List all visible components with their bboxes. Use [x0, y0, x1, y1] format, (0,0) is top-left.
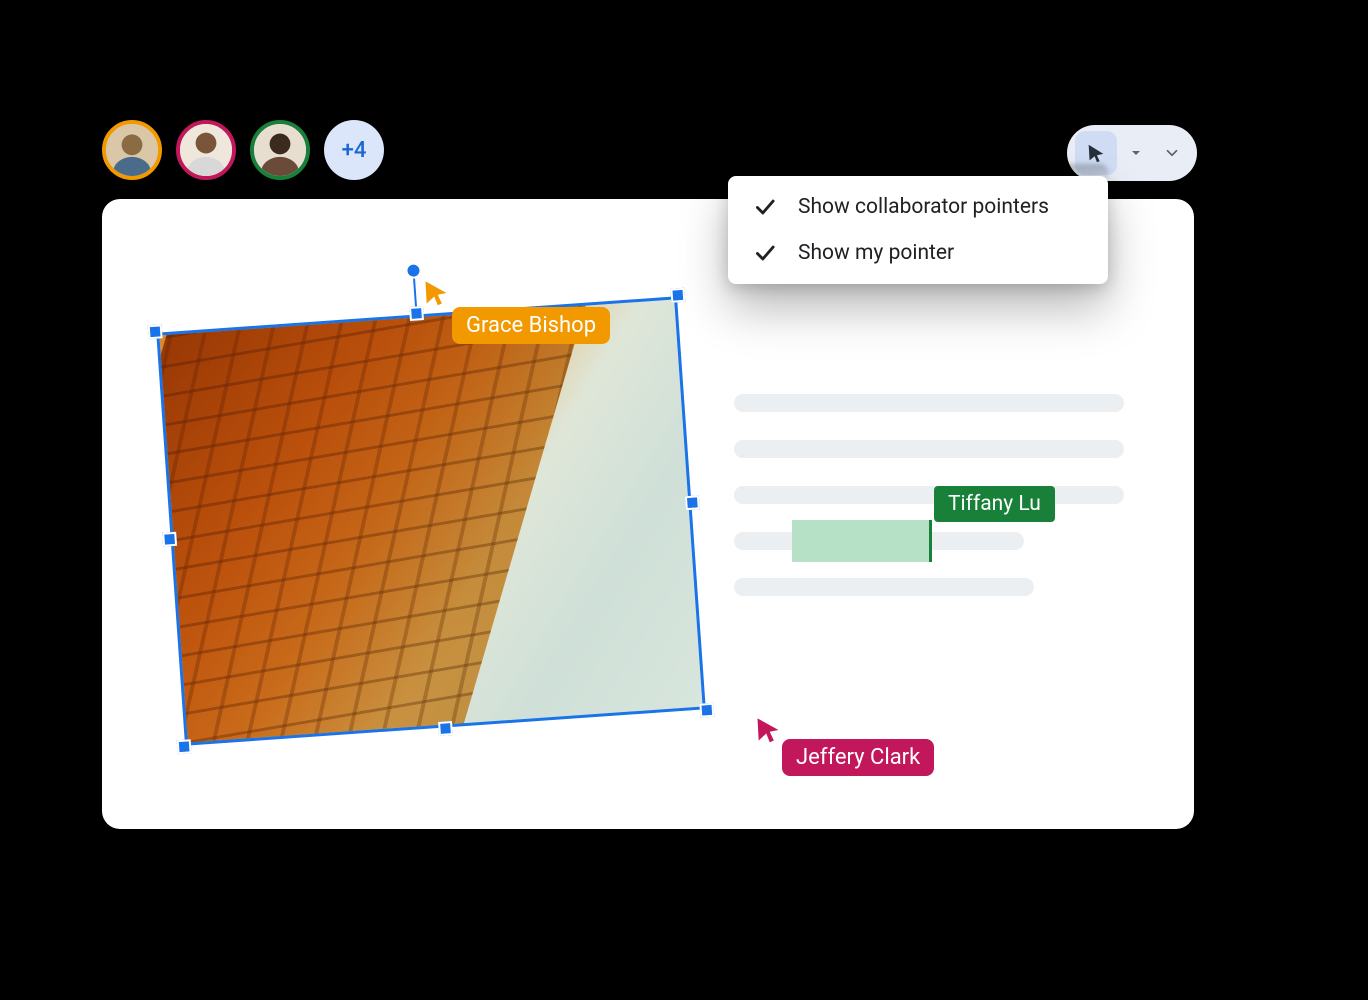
resize-handle-bm[interactable]: [438, 721, 453, 736]
resize-handle-ml[interactable]: [162, 532, 177, 547]
avatar[interactable]: [102, 120, 162, 180]
pointer-tool-dropdown[interactable]: [1119, 131, 1153, 175]
cursor-icon: [422, 279, 450, 307]
caret-down-icon: [1128, 145, 1144, 161]
resize-handle-tl[interactable]: [148, 324, 163, 339]
collaborator-caret-label-tiffany: Tiffany Lu: [934, 486, 1055, 522]
person-icon: [254, 124, 306, 176]
text-line: [734, 440, 1124, 458]
chevron-down-icon: [1163, 144, 1181, 162]
menu-item-label: Show collaborator pointers: [798, 195, 1049, 219]
person-icon: [180, 124, 232, 176]
check-icon: [752, 194, 778, 220]
collaborator-cursor-jeffery: [754, 716, 782, 744]
menu-item-show-my-pointer[interactable]: Show my pointer: [728, 230, 1108, 276]
image-content: [156, 296, 706, 745]
collaborator-name: Jeffery Clark: [796, 745, 920, 770]
participant-avatars: +4: [102, 120, 384, 180]
resize-handle-tm[interactable]: [409, 306, 424, 321]
collaborator-name: Grace Bishop: [466, 313, 596, 338]
text-selection-highlight: [792, 520, 932, 562]
collaborator-cursor-label-grace: Grace Bishop: [452, 307, 610, 344]
collaborator-name: Tiffany Lu: [948, 492, 1041, 516]
resize-handle-bl[interactable]: [177, 739, 192, 754]
rotate-stem: [413, 277, 417, 307]
cursor-icon: [754, 716, 782, 744]
text-line: [734, 578, 1034, 596]
avatar-overflow-count: +4: [342, 138, 367, 163]
resize-handle-br[interactable]: [699, 703, 714, 718]
selected-image[interactable]: [156, 296, 706, 745]
text-line: [734, 394, 1124, 412]
avatar-overflow[interactable]: +4: [324, 120, 384, 180]
text-line-with-selection: [734, 532, 1024, 550]
toolbar-more-chevron[interactable]: [1155, 131, 1189, 175]
collaborator-cursor-label-jeffery: Jeffery Clark: [782, 739, 934, 776]
menu-item-label: Show my pointer: [798, 241, 954, 265]
person-icon: [106, 124, 158, 176]
avatar[interactable]: [176, 120, 236, 180]
resize-handle-mr[interactable]: [685, 495, 700, 510]
menu-item-show-collaborator-pointers[interactable]: Show collaborator pointers: [728, 184, 1108, 230]
rotate-handle[interactable]: [405, 262, 422, 279]
text-placeholder-block: [734, 394, 1124, 624]
pointer-options-menu: Show collaborator pointers Show my point…: [728, 176, 1108, 284]
text-line: [734, 486, 1124, 504]
resize-handle-tr[interactable]: [670, 288, 685, 303]
collaborator-cursor-grace: [422, 279, 450, 307]
check-icon: [752, 240, 778, 266]
cursor-icon: [1085, 142, 1107, 164]
avatar[interactable]: [250, 120, 310, 180]
slide-canvas[interactable]: Tiffany Lu Grace Bishop Jeffery Clark: [102, 199, 1194, 829]
